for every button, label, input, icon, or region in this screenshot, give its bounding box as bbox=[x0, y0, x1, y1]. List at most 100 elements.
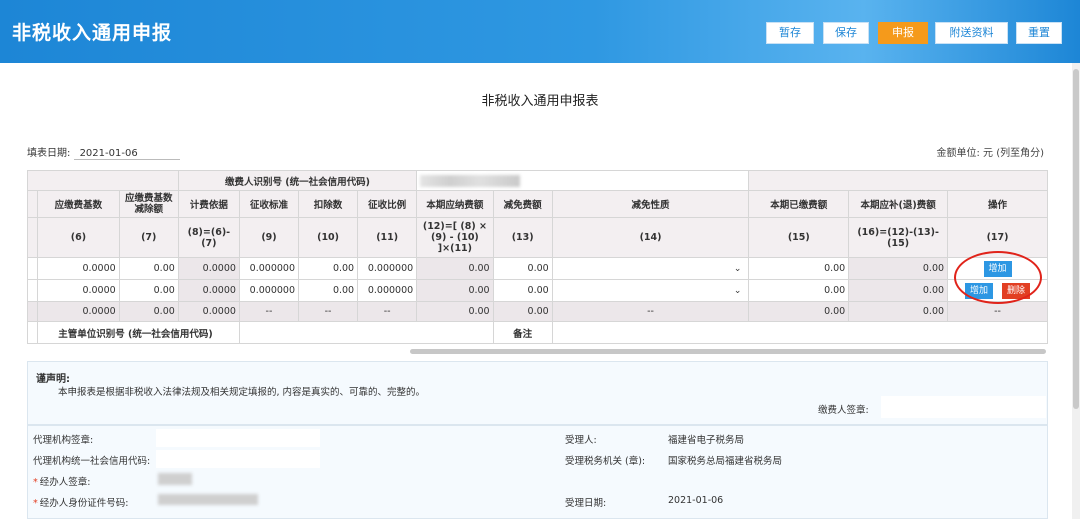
receiver-label: 受理人: bbox=[565, 435, 597, 446]
col-formula: (12)=[ (8) × (9) - (10) ]×(11) bbox=[416, 217, 494, 258]
col-formula: (9) bbox=[238, 217, 300, 258]
handler-sign-redacted bbox=[158, 473, 192, 485]
fee-basis: 0.0000 bbox=[177, 257, 240, 280]
reduction-type-select[interactable]: ⌄ bbox=[551, 279, 750, 302]
total-reduction: 0.00 bbox=[492, 301, 553, 322]
payer-id-redacted bbox=[420, 174, 521, 187]
handler-sign-row: * 经办人签章: bbox=[33, 474, 90, 488]
agent-credit-field[interactable] bbox=[156, 450, 320, 468]
col-header: 减免费额 bbox=[492, 190, 553, 218]
handler-id-redacted bbox=[158, 494, 258, 505]
handler-id-row: * 经办人身份证件号码: bbox=[33, 495, 128, 509]
col-formula: (11) bbox=[357, 217, 418, 258]
base-input[interactable]: 0.0000 bbox=[37, 279, 120, 302]
fee-basis: 0.0000 bbox=[177, 279, 240, 302]
remark-input[interactable] bbox=[551, 321, 1049, 344]
col-header: 征收标准 bbox=[238, 190, 300, 218]
agent-seal-field[interactable] bbox=[156, 429, 320, 447]
fill-date-label: 填表日期: bbox=[27, 148, 71, 159]
total-due: 0.00 bbox=[848, 301, 949, 322]
supervisor-id-input[interactable] bbox=[238, 321, 494, 344]
total-fee-basis: 0.0000 bbox=[177, 301, 240, 322]
total-op: -- bbox=[947, 301, 1048, 322]
agent-credit-label: 代理机构统一社会信用代码: bbox=[33, 456, 151, 467]
row-marker bbox=[26, 217, 39, 258]
accept-date-label: 受理日期: bbox=[565, 498, 607, 509]
attach-docs-button[interactable]: 附送资料 bbox=[935, 22, 1008, 44]
highlight-circle bbox=[954, 251, 1042, 304]
paid-amount-input[interactable]: 0.00 bbox=[748, 279, 850, 302]
total-rate-ratio: -- bbox=[357, 301, 418, 322]
due-amount: 0.00 bbox=[848, 257, 949, 280]
deduct-count-input[interactable]: 0.00 bbox=[298, 257, 359, 280]
declare-button[interactable]: 申报 bbox=[878, 22, 928, 44]
accept-date-value: 2021-01-06 bbox=[668, 495, 724, 506]
agency-section: 代理机构签章: 代理机构统一社会信用代码: * 经办人签章: * 经办人身份证件号码… bbox=[27, 425, 1048, 519]
payer-sign-label: 缴费人签章: bbox=[818, 405, 869, 416]
handler-id-label: 经办人身份证件号码: bbox=[39, 498, 129, 509]
paid-amount-input[interactable]: 0.00 bbox=[748, 257, 850, 280]
amount-unit: 金额单位: 元 (列至角分) bbox=[936, 148, 1044, 159]
vertical-scrollbar-thumb[interactable] bbox=[1073, 69, 1079, 409]
row-marker bbox=[26, 301, 39, 322]
required-mark: * bbox=[33, 477, 38, 488]
reduction-input[interactable]: 0.00 bbox=[492, 279, 553, 302]
col-formula: (6) bbox=[37, 217, 120, 258]
col-formula: (8)=(6)-(7) bbox=[177, 217, 240, 258]
row-marker bbox=[26, 321, 39, 344]
save-button[interactable]: 保存 bbox=[823, 22, 869, 44]
col-formula: (14) bbox=[551, 217, 750, 258]
declaration-text: 本申报表是根据非税收入法律法规及相关规定填报的, 内容是真实的、可靠的、完整的。 bbox=[58, 387, 426, 398]
payable-amount: 0.00 bbox=[416, 279, 494, 302]
row-marker bbox=[26, 279, 39, 302]
form-title: 非税收入通用申报表 bbox=[481, 94, 599, 109]
agent-seal-label: 代理机构签章: bbox=[33, 435, 94, 446]
col-header: 本期应补(退)费额 bbox=[848, 190, 949, 218]
tax-office-label: 受理税务机关 (章): bbox=[565, 456, 646, 467]
reset-button[interactable]: 重置 bbox=[1016, 22, 1062, 44]
payable-amount: 0.00 bbox=[416, 257, 494, 280]
row-marker bbox=[26, 190, 39, 218]
due-amount: 0.00 bbox=[848, 279, 949, 302]
deduction-input[interactable]: 0.00 bbox=[118, 279, 179, 302]
col-header: 扣除数 bbox=[298, 190, 359, 218]
col-formula: (16)=(12)-(13)-(15) bbox=[848, 217, 949, 258]
col-header: 征收比例 bbox=[357, 190, 418, 218]
reduction-type-select[interactable]: ⌄ bbox=[551, 257, 750, 280]
rate-standard-input[interactable]: 0.000000 bbox=[238, 257, 300, 280]
save-temp-button[interactable]: 暂存 bbox=[766, 22, 814, 44]
app-title: 非税收入通用申报 bbox=[12, 22, 173, 44]
horizontal-scrollbar[interactable] bbox=[410, 349, 1046, 354]
payer-sign-field[interactable] bbox=[881, 396, 1046, 418]
payer-header-spacer bbox=[27, 170, 179, 191]
rate-standard-input[interactable]: 0.000000 bbox=[238, 279, 300, 302]
deduction-input[interactable]: 0.00 bbox=[118, 257, 179, 280]
col-formula: (7) bbox=[118, 217, 179, 258]
top-header: 非税收入通用申报 暂存 保存 申报 附送资料 重置 bbox=[0, 0, 1080, 63]
payer-id-value bbox=[416, 170, 750, 191]
total-deduction: 0.00 bbox=[118, 301, 179, 322]
total-payable: 0.00 bbox=[416, 301, 494, 322]
col-header: 操作 bbox=[947, 190, 1048, 218]
declaration-box: 谨声明: 本申报表是根据非税收入法律法规及相关规定填报的, 内容是真实的、可靠的… bbox=[27, 361, 1048, 425]
rate-ratio-input[interactable]: 0.000000 bbox=[357, 257, 418, 280]
handler-sign-label: 经办人签章: bbox=[39, 477, 91, 488]
col-header: 减免性质 bbox=[551, 190, 750, 218]
supervisor-id-label: 主管单位识别号 (统一社会信用代码) bbox=[37, 321, 240, 344]
rate-ratio-input[interactable]: 0.000000 bbox=[357, 279, 418, 302]
reduction-input[interactable]: 0.00 bbox=[492, 257, 553, 280]
declaration-table: 缴费人识别号 (统一社会信用代码) 应缴费基数 应缴费基数减除额 计费依据 征收… bbox=[26, 170, 1049, 344]
vertical-scrollbar[interactable] bbox=[1072, 63, 1080, 519]
fill-date-value: 2021-01-06 bbox=[73, 148, 180, 160]
col-formula: (15) bbox=[748, 217, 850, 258]
total-row: 0.0000 0.00 0.0000 -- -- -- 0.00 0.00 --… bbox=[26, 301, 1048, 322]
deduct-count-input[interactable]: 0.00 bbox=[298, 279, 359, 302]
total-rate-standard: -- bbox=[238, 301, 300, 322]
col-formula: (13) bbox=[492, 217, 553, 258]
required-mark: * bbox=[33, 498, 38, 509]
total-deduct-count: -- bbox=[298, 301, 359, 322]
base-input[interactable]: 0.0000 bbox=[37, 257, 120, 280]
col-header: 计费依据 bbox=[177, 190, 240, 218]
row-marker bbox=[26, 257, 39, 280]
col-header: 应缴费基数 bbox=[37, 190, 120, 218]
